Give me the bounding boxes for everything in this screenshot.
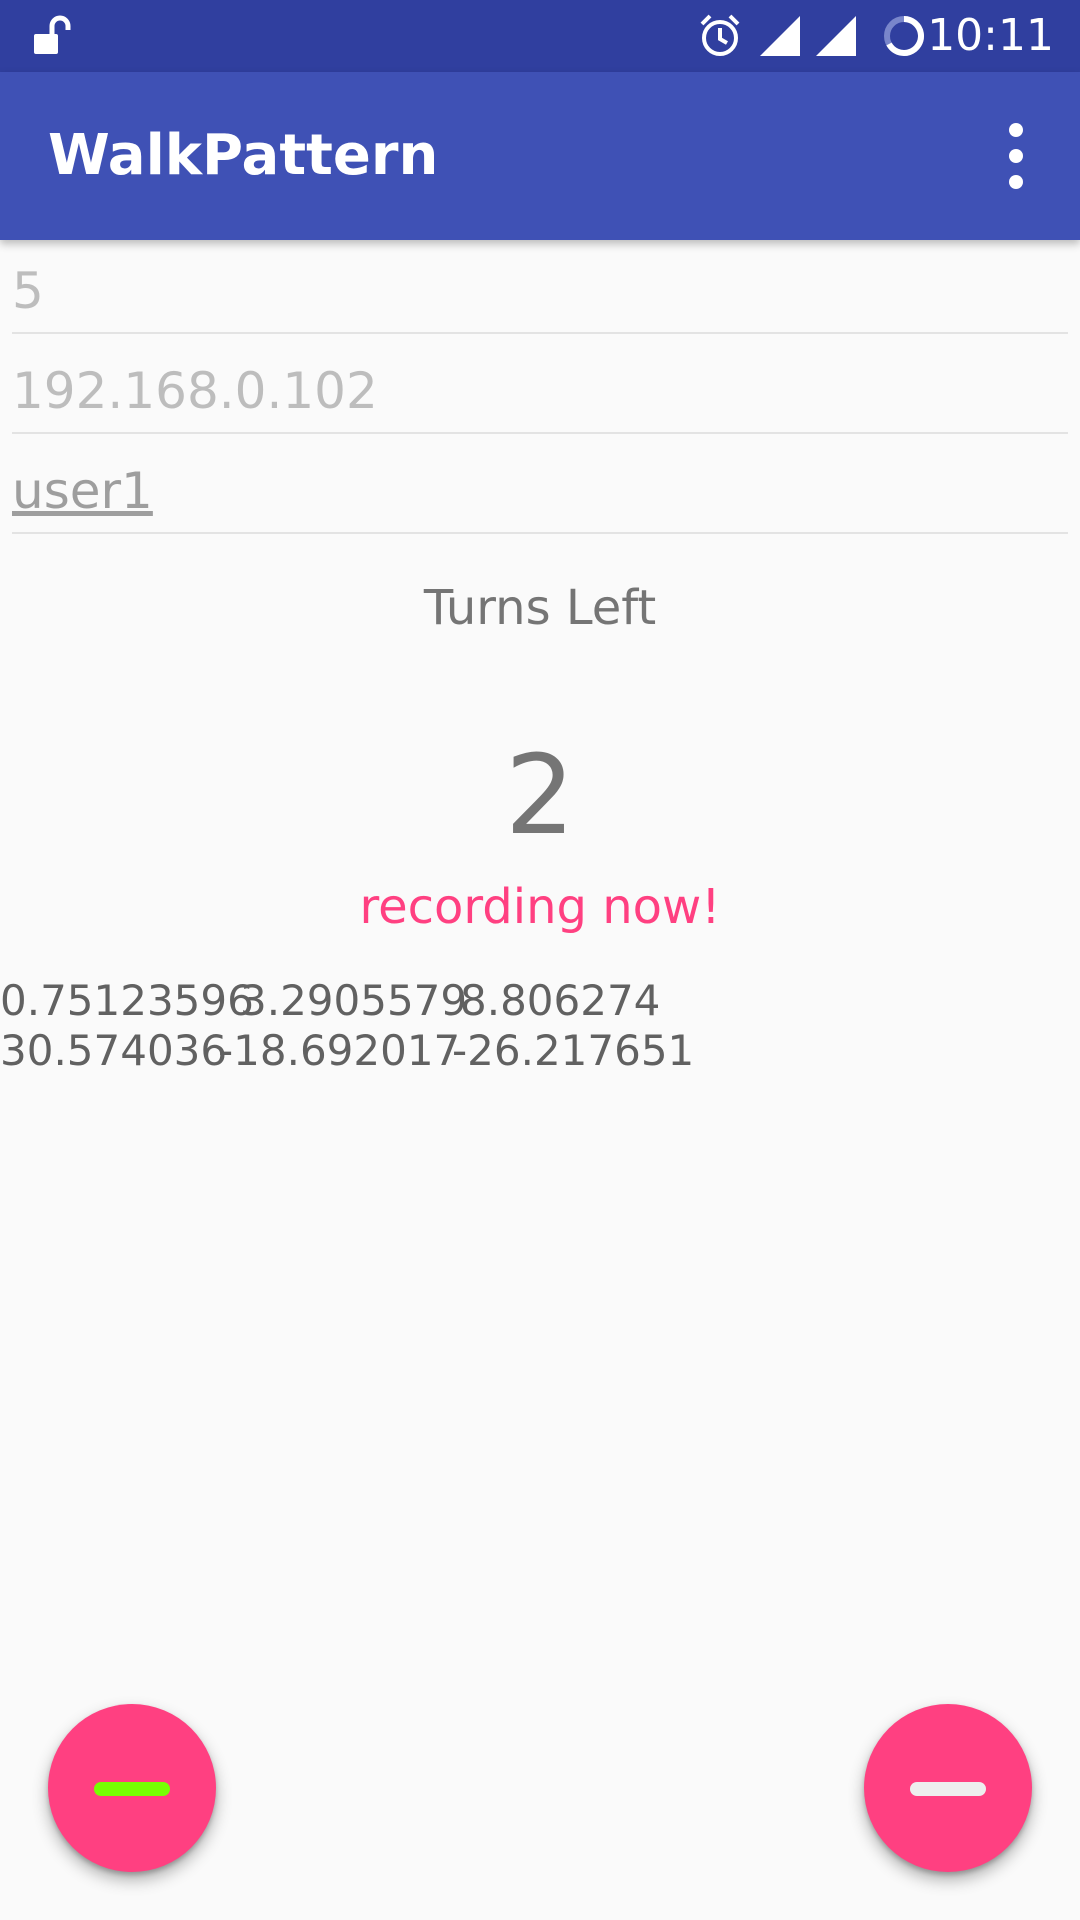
sync-icon xyxy=(880,12,928,64)
more-vert-icon[interactable] xyxy=(976,112,1056,200)
number-field[interactable]: 5 xyxy=(12,256,1068,334)
signal-icon xyxy=(758,12,802,62)
ip-address-value: 192.168.0.102 xyxy=(12,362,378,420)
sensor-value: 30.574036 xyxy=(0,1026,228,1075)
app-bar: WalkPattern xyxy=(0,72,1080,240)
sensor-value: 0.75123596 xyxy=(0,976,254,1025)
username-value: user1 xyxy=(12,462,153,520)
sensor-value: 3.2905579 xyxy=(240,976,468,1025)
sensor-value: 8.806274 xyxy=(460,976,661,1025)
minus-icon xyxy=(910,1782,986,1796)
screen: 10:11 WalkPattern 5 192.168.0.102 user1 … xyxy=(0,0,1080,1920)
turns-left-label: Turns Left xyxy=(423,580,657,636)
right-fab-button[interactable] xyxy=(864,1704,1032,1872)
status-bar: 10:11 xyxy=(0,0,1080,72)
ip-address-field[interactable]: 192.168.0.102 xyxy=(12,356,1068,434)
unlock-icon xyxy=(30,14,74,62)
number-field-value: 5 xyxy=(12,262,44,320)
app-title: WalkPattern xyxy=(48,123,439,188)
sensor-value: -18.692017 xyxy=(218,1026,461,1075)
status-time: 10:11 xyxy=(927,10,1054,61)
turns-left-count: 2 xyxy=(505,731,575,859)
alarm-icon xyxy=(696,12,744,64)
left-fab-button[interactable] xyxy=(48,1704,216,1872)
username-field[interactable]: user1 xyxy=(12,456,1068,534)
signal-icon xyxy=(814,12,858,62)
recording-status: recording now! xyxy=(359,879,721,935)
sensor-value: -26.217651 xyxy=(452,1026,695,1075)
minus-icon xyxy=(94,1782,170,1796)
